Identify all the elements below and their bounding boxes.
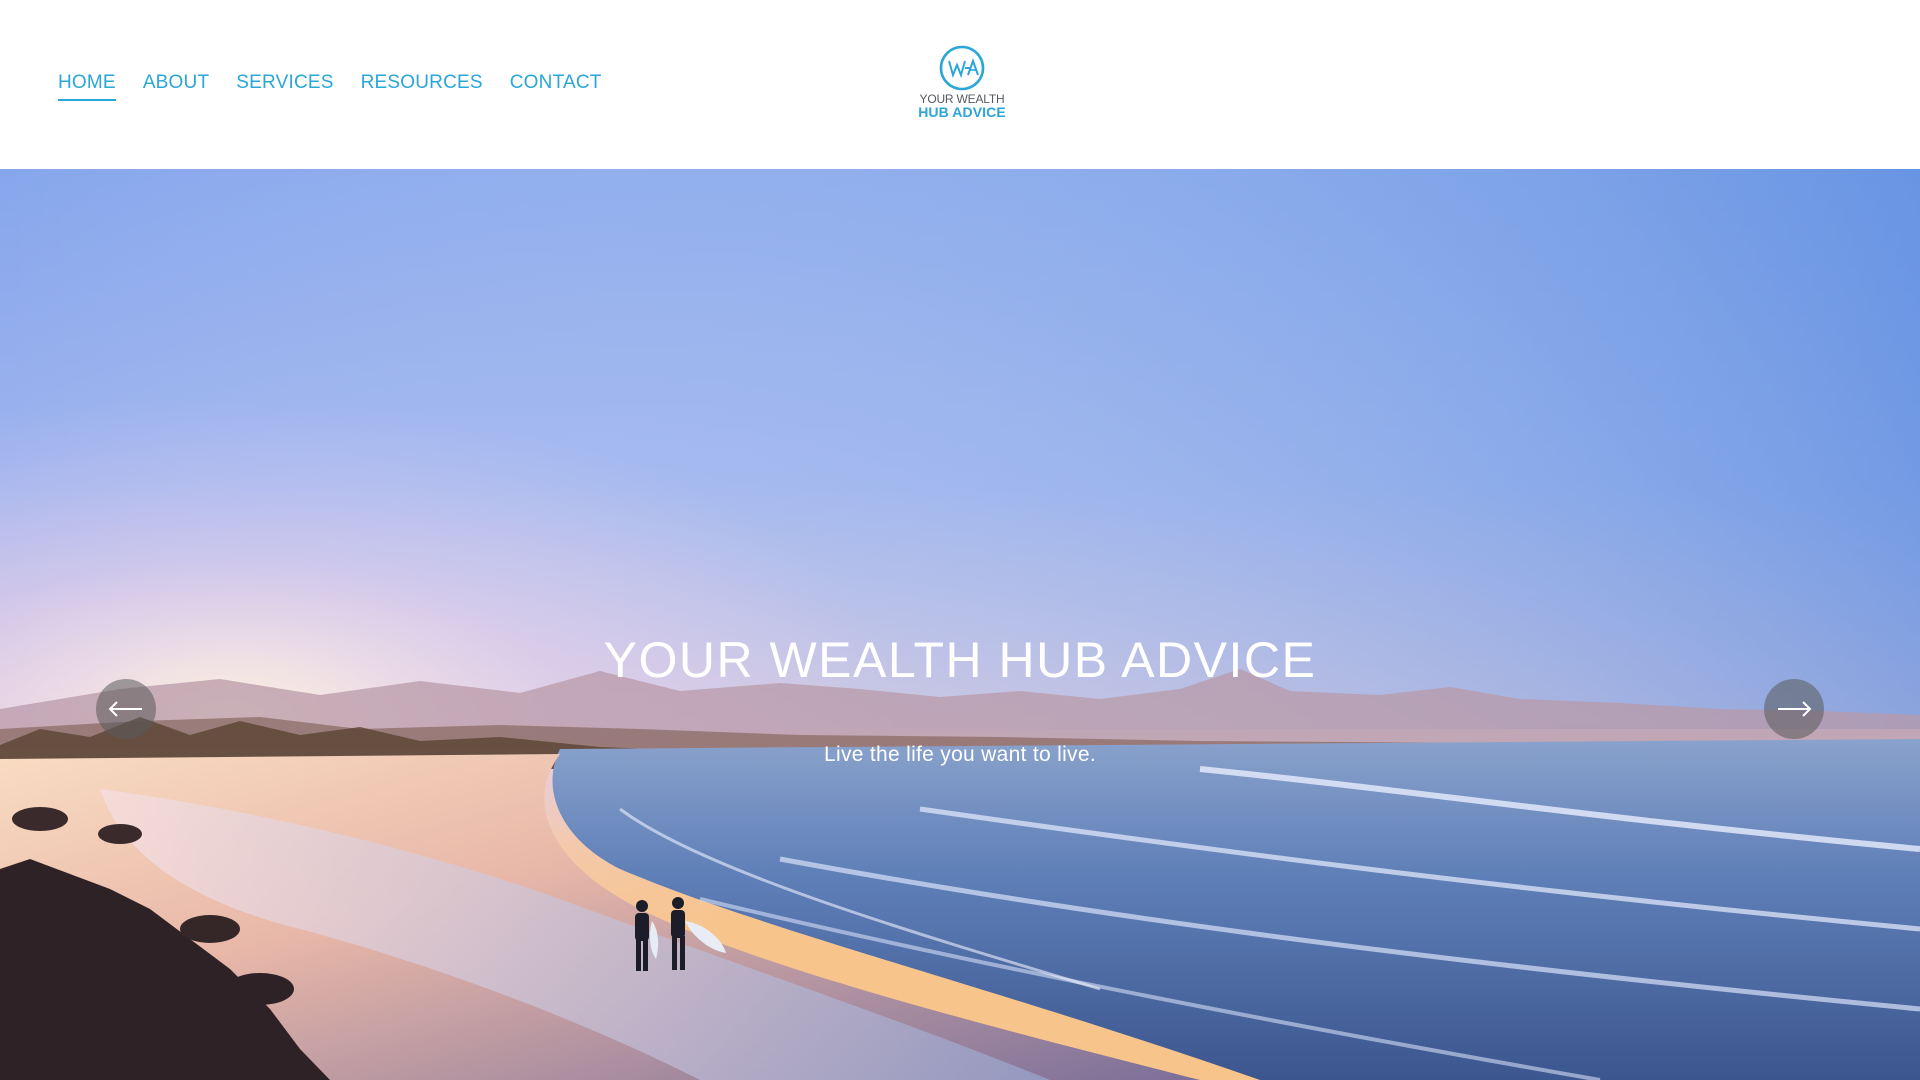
arrow-left-icon (108, 701, 142, 717)
slideshow-next-button[interactable] (1764, 679, 1824, 739)
site-header: HOME ABOUT SERVICES RESOURCES CONTACT YO… (0, 0, 1920, 169)
hero-title: YOUR WEALTH HUB ADVICE (603, 632, 1317, 688)
logo-mark-icon (939, 45, 985, 91)
nav-item-resources[interactable]: RESOURCES (361, 72, 483, 101)
arrow-right-icon (1778, 701, 1812, 717)
main-nav: HOME ABOUT SERVICES RESOURCES CONTACT (58, 72, 602, 101)
hero-background-image (0, 169, 1920, 1080)
slideshow-prev-button[interactable] (96, 679, 156, 739)
hero-slideshow: YOUR WEALTH HUB ADVICE Live the life you… (0, 169, 1920, 1080)
nav-item-contact[interactable]: CONTACT (510, 72, 602, 101)
nav-item-services[interactable]: SERVICES (236, 72, 333, 101)
nav-item-home[interactable]: HOME (58, 72, 116, 101)
hero-subtitle: Live the life you want to live. (824, 743, 1096, 766)
nav-item-about[interactable]: ABOUT (143, 72, 209, 101)
site-logo[interactable]: YOUR WEALTH HUB ADVICE (915, 44, 1009, 120)
logo-text-line2: HUB ADVICE (918, 104, 1006, 120)
